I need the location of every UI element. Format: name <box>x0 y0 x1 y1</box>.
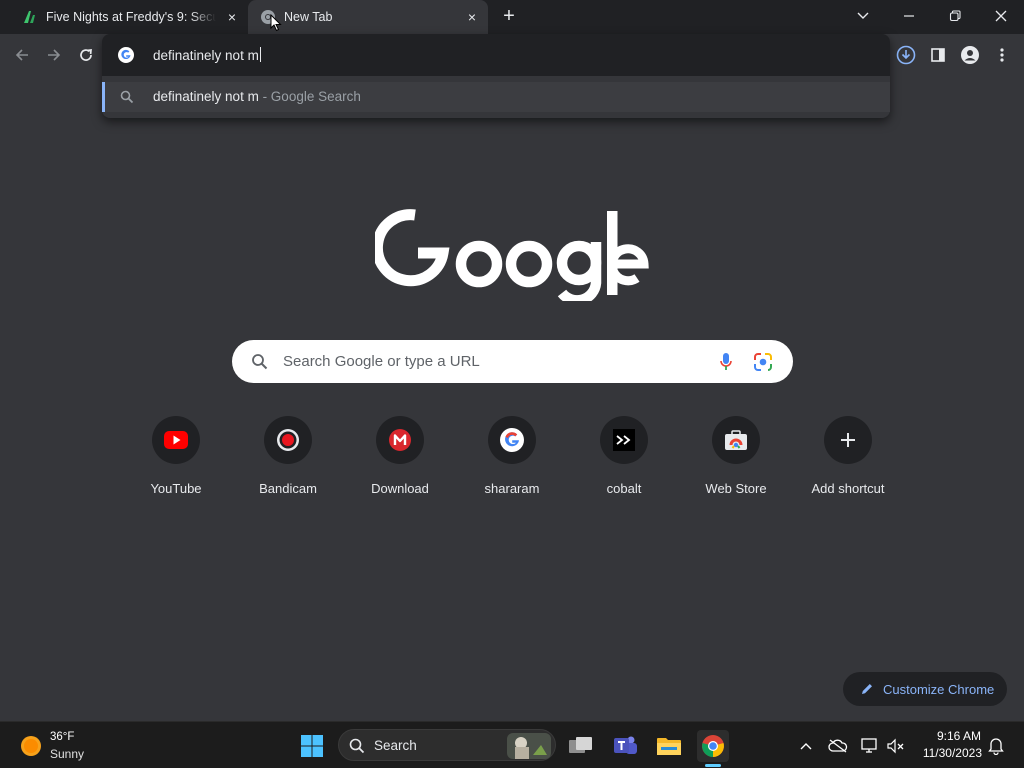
shortcut-tile <box>600 416 648 464</box>
shortcut-label: Add shortcut <box>811 481 885 496</box>
shortcut-label: Web Store <box>705 481 767 496</box>
search-icon <box>120 90 134 104</box>
cobalt-icon <box>613 429 635 451</box>
tray-chevron-up-icon[interactable] <box>796 736 816 756</box>
onedrive-off-icon[interactable] <box>828 736 848 756</box>
tab-fnaf[interactable]: Five Nights at Freddy's 9: Security Brea… <box>10 0 248 34</box>
shortcut-tile <box>712 416 760 464</box>
shortcut-cobalt[interactable]: cobalt <box>568 416 680 506</box>
plus-icon <box>841 433 855 447</box>
network-icon[interactable] <box>860 736 880 756</box>
address-bar[interactable]: definatinely not m <box>102 34 890 76</box>
weather-desc: Sunny <box>50 747 85 761</box>
customize-chrome-label: Customize Chrome <box>883 681 995 697</box>
windows-start-icon[interactable] <box>296 730 328 762</box>
shortcut-label: Download <box>371 481 429 496</box>
shortcut-label: Bandicam <box>259 481 317 496</box>
menu-kebab-icon[interactable] <box>990 44 1014 66</box>
clock-date[interactable]: 11/30/2023 <box>910 746 982 760</box>
shortcut-tile <box>376 416 424 464</box>
google-icon <box>500 428 524 452</box>
minimize-icon[interactable] <box>897 6 921 26</box>
file-explorer-icon[interactable] <box>653 730 685 762</box>
taskbar-search-label: Search <box>374 738 417 753</box>
google-logo <box>375 209 649 301</box>
shortcut-bandicam[interactable]: Bandicam <box>232 416 344 506</box>
omnibox-suggestion[interactable]: definatinely not m - Google Search <box>102 82 890 112</box>
restore-icon[interactable] <box>943 6 967 26</box>
google-g-icon <box>118 47 134 63</box>
tab-close-icon[interactable]: × <box>224 9 240 25</box>
download-icon[interactable] <box>894 44 918 66</box>
search-highlight-image-icon <box>507 733 551 759</box>
text-caret <box>259 47 261 62</box>
active-app-indicator <box>705 764 721 767</box>
shortcut-tile <box>264 416 312 464</box>
youtube-icon <box>164 431 188 449</box>
taskbar-search[interactable]: Search <box>338 729 556 761</box>
suggestion-suffix: - Google Search <box>258 89 361 104</box>
task-view-icon[interactable] <box>565 730 597 762</box>
sun-icon <box>21 736 41 756</box>
search-box[interactable]: Search Google or type a URL <box>232 340 793 383</box>
shortcut-label: cobalt <box>606 481 642 496</box>
tab-close-icon[interactable]: × <box>464 9 480 25</box>
tab-strip: Five Nights at Freddy's 9: Security Brea… <box>0 0 1024 34</box>
back-icon[interactable] <box>10 44 34 66</box>
shortcut-label: shararam <box>484 481 540 496</box>
tab-search-chevron-icon[interactable] <box>851 6 875 26</box>
volume-muted-icon[interactable] <box>886 736 906 756</box>
web-store-icon <box>725 430 747 450</box>
bandicam-icon <box>277 429 299 451</box>
suggestion-query: definatinely not m <box>153 89 259 104</box>
shortcut-download[interactable]: Download <box>344 416 456 506</box>
side-panel-icon[interactable] <box>926 44 950 66</box>
taskbar: 36°F Sunny Search 9:16 AM 11/30/2023 <box>0 721 1024 768</box>
address-input[interactable]: definatinely not m <box>153 47 261 63</box>
shortcut-tile <box>152 416 200 464</box>
tab-title: New Tab <box>284 10 333 24</box>
chrome-taskbar-icon[interactable] <box>697 730 729 762</box>
shortcut-web-store[interactable]: Web Store <box>680 416 792 506</box>
customize-chrome-button[interactable]: Customize Chrome <box>843 672 1007 706</box>
search-placeholder: Search Google or type a URL <box>283 353 480 370</box>
weather-widget[interactable]: 36°F Sunny <box>8 725 98 765</box>
tab-title: Five Nights at Freddy's 9: Security Brea… <box>46 10 216 24</box>
shortcut-tile <box>488 416 536 464</box>
search-icon <box>252 354 268 370</box>
shortcut-youtube[interactable]: YouTube <box>120 416 232 506</box>
forward-icon[interactable] <box>42 44 66 66</box>
tab-new-tab[interactable]: New Tab × <box>248 0 488 34</box>
weather-temp: 36°F <box>50 731 75 743</box>
microphone-icon[interactable] <box>719 352 733 372</box>
clock-time[interactable]: 9:16 AM <box>925 729 981 743</box>
search-icon <box>349 738 365 754</box>
close-window-icon[interactable] <box>989 6 1013 26</box>
pencil-icon <box>862 684 872 694</box>
mega-icon <box>389 429 411 451</box>
notification-bell-icon[interactable] <box>986 736 1006 756</box>
omnibox-dropdown: definatinely not m definatinely not m - … <box>102 34 890 118</box>
profile-avatar-icon[interactable] <box>958 44 982 66</box>
fnaf-favicon-icon <box>24 11 35 23</box>
suggestion-text: definatinely not m - Google Search <box>153 89 361 104</box>
shortcut-tile <box>824 416 872 464</box>
new-tab-button[interactable]: + <box>498 6 520 28</box>
reload-icon[interactable] <box>74 44 98 66</box>
shortcut-label: YouTube <box>150 481 202 496</box>
teams-icon[interactable] <box>609 730 641 762</box>
google-lens-icon[interactable] <box>753 352 773 372</box>
shortcut-shararam[interactable]: shararam <box>456 416 568 506</box>
mouse-cursor-icon <box>270 14 282 32</box>
shortcut-add[interactable]: Add shortcut <box>792 416 904 506</box>
